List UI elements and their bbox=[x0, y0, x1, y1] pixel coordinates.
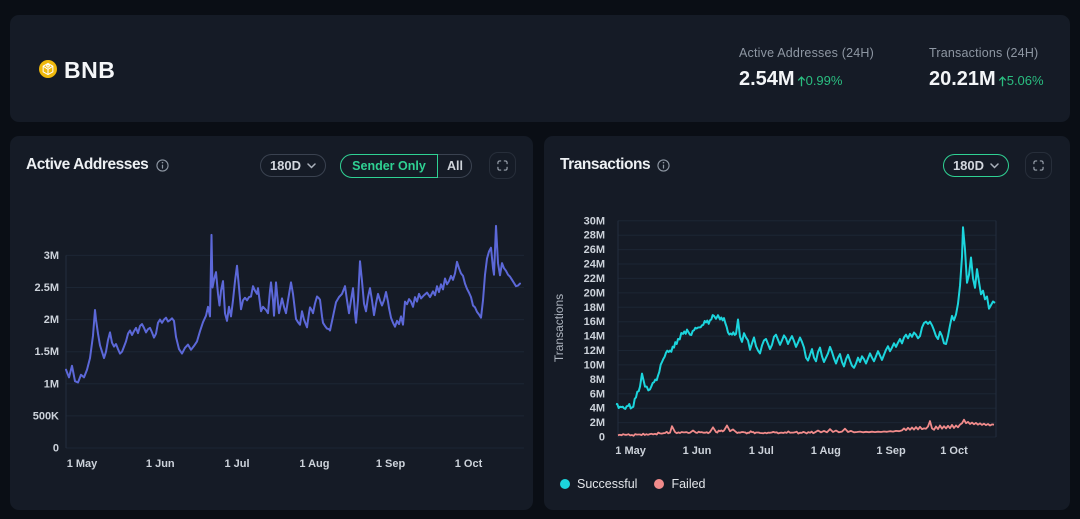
svg-text:0: 0 bbox=[599, 432, 605, 444]
svg-text:1 Oct: 1 Oct bbox=[940, 445, 968, 457]
svg-text:2.5M: 2.5M bbox=[35, 282, 59, 294]
svg-text:3M: 3M bbox=[44, 250, 59, 262]
svg-text:2M: 2M bbox=[590, 417, 605, 429]
svg-text:0: 0 bbox=[53, 443, 59, 455]
svg-text:22M: 22M bbox=[584, 273, 605, 285]
svg-text:1 Sep: 1 Sep bbox=[876, 445, 906, 457]
svg-text:1 Jul: 1 Jul bbox=[749, 445, 774, 457]
svg-text:1.5M: 1.5M bbox=[35, 346, 59, 358]
svg-text:12M: 12M bbox=[584, 345, 605, 357]
svg-text:4M: 4M bbox=[590, 403, 605, 415]
svg-text:8M: 8M bbox=[590, 374, 605, 386]
svg-text:1 May: 1 May bbox=[615, 445, 646, 457]
svg-text:24M: 24M bbox=[584, 259, 605, 271]
svg-text:2M: 2M bbox=[44, 314, 59, 326]
svg-text:1 Aug: 1 Aug bbox=[811, 445, 841, 457]
svg-text:20M: 20M bbox=[584, 287, 605, 299]
svg-text:1 Oct: 1 Oct bbox=[455, 458, 483, 470]
svg-text:1M: 1M bbox=[44, 378, 59, 390]
svg-text:10M: 10M bbox=[584, 359, 605, 371]
svg-text:6M: 6M bbox=[590, 388, 605, 400]
svg-text:1 Aug: 1 Aug bbox=[299, 458, 329, 470]
svg-text:30M: 30M bbox=[584, 215, 605, 227]
svg-text:500K: 500K bbox=[33, 410, 59, 422]
svg-text:28M: 28M bbox=[584, 230, 605, 242]
svg-text:1 Sep: 1 Sep bbox=[376, 458, 406, 470]
svg-text:Transactions: Transactions bbox=[552, 294, 566, 362]
svg-text:1 Jun: 1 Jun bbox=[146, 458, 175, 470]
svg-text:1 Jun: 1 Jun bbox=[683, 445, 712, 457]
svg-text:18M: 18M bbox=[584, 302, 605, 314]
svg-text:14M: 14M bbox=[584, 331, 605, 343]
svg-text:26M: 26M bbox=[584, 244, 605, 256]
svg-text:1 May: 1 May bbox=[67, 458, 98, 470]
svg-text:1 Jul: 1 Jul bbox=[224, 458, 249, 470]
svg-text:16M: 16M bbox=[584, 316, 605, 328]
